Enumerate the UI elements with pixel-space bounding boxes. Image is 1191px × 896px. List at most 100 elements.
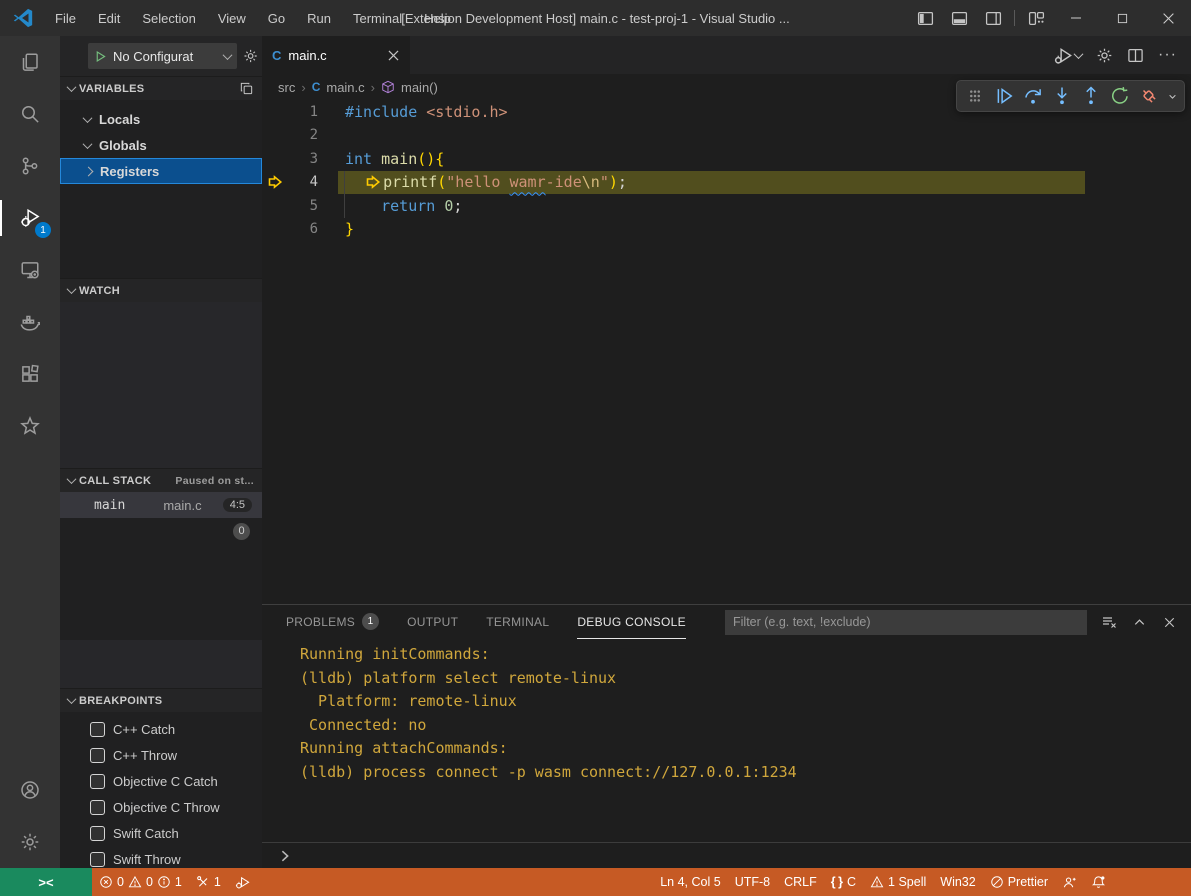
menu-go[interactable]: Go (257, 0, 296, 36)
run-or-debug-button[interactable] (1054, 46, 1082, 65)
console-line[interactable]: Platform: remote-linux (300, 690, 1191, 714)
code-line[interactable]: 6} (262, 218, 1191, 242)
variables-item-registers[interactable]: Registers (60, 158, 262, 184)
breakpoint-row[interactable]: Objective C Throw (60, 794, 262, 820)
activity-item-docker[interactable] (0, 296, 60, 348)
split-editor-icon[interactable] (1127, 47, 1144, 64)
breakpoint-checkbox[interactable] (90, 826, 105, 841)
breakpoint-checkbox[interactable] (90, 852, 105, 867)
minimize-button[interactable] (1053, 0, 1099, 36)
breakpoint-row[interactable]: Objective C Catch (60, 768, 262, 794)
chevron-down-icon[interactable] (1165, 83, 1179, 109)
activity-item-account[interactable] (0, 764, 60, 816)
code-editor[interactable]: 1#include <stdio.h>23int main(){4 printf… (262, 100, 1191, 604)
menu-help[interactable]: Help (413, 0, 462, 36)
breakpoint-row[interactable]: C++ Throw (60, 742, 262, 768)
debug-current-line-arrow-icon[interactable] (262, 174, 288, 190)
menu-view[interactable]: View (207, 0, 257, 36)
disconnect-button[interactable] (1136, 83, 1162, 109)
maximize-button[interactable] (1099, 0, 1145, 36)
debug-console-input[interactable] (262, 842, 1191, 868)
editor-tab-main-c[interactable]: C main.c (262, 36, 410, 74)
code-line[interactable]: 4 printf("hello wamr-ide\n"); (262, 171, 1191, 195)
customize-layout-icon[interactable] (1019, 0, 1053, 36)
notifications-item[interactable] (1084, 875, 1113, 890)
copy-icon[interactable] (239, 81, 254, 96)
tools-status-item[interactable]: 1 (189, 868, 228, 896)
activity-item-extensions[interactable] (0, 348, 60, 400)
breakpoint-row[interactable]: Swift Catch (60, 820, 262, 846)
console-line[interactable]: Connected: no (300, 714, 1191, 738)
menu-edit[interactable]: Edit (87, 0, 131, 36)
breakpoint-checkbox[interactable] (90, 722, 105, 737)
activity-item-settings-gear[interactable] (0, 816, 60, 868)
panel-tab-debug-console[interactable]: DEBUG CONSOLE (577, 605, 686, 639)
breakpoint-row[interactable]: C++ Catch (60, 716, 262, 742)
console-line[interactable]: (lldb) platform select remote-linux (300, 667, 1191, 691)
debug-console-output[interactable]: Running initCommands:(lldb) platform sel… (262, 639, 1191, 842)
cursor-position-item[interactable]: Ln 4, Col 5 (653, 875, 727, 889)
close-panel-icon[interactable] (1157, 610, 1181, 634)
breadcrumb-file[interactable]: main.c (326, 80, 364, 95)
activity-item-star[interactable] (0, 400, 60, 452)
maximize-panel-icon[interactable] (1127, 610, 1151, 634)
breakpoint-checkbox[interactable] (90, 748, 105, 763)
activity-item-explorer[interactable] (0, 36, 60, 88)
activity-item-search[interactable] (0, 88, 60, 140)
step-out-button[interactable] (1078, 83, 1104, 109)
panel-tab-output[interactable]: OUTPUT (407, 605, 458, 639)
menu-run[interactable]: Run (296, 0, 342, 36)
step-over-button[interactable] (1020, 83, 1046, 109)
menu-file[interactable]: File (44, 0, 87, 36)
debug-settings-gear-icon[interactable] (243, 48, 258, 64)
variables-item-locals[interactable]: Locals (60, 106, 262, 132)
continue-button[interactable] (991, 83, 1017, 109)
problems-status-item[interactable]: 0 0 1 (92, 868, 189, 896)
toggle-primary-sidebar-icon[interactable] (908, 0, 942, 36)
step-into-button[interactable] (1049, 83, 1075, 109)
call-stack-pane-header[interactable]: CALL STACK Paused on st... (60, 468, 262, 492)
debug-configuration-dropdown[interactable]: No Configurat (88, 43, 237, 69)
variables-item-globals[interactable]: Globals (60, 132, 262, 158)
breakpoint-checkbox[interactable] (90, 774, 105, 789)
breakpoint-row[interactable]: Swift Throw (60, 846, 262, 868)
clear-console-icon[interactable] (1097, 610, 1121, 634)
start-debug-icon[interactable] (94, 50, 107, 63)
toggle-secondary-sidebar-icon[interactable] (976, 0, 1010, 36)
panel-tab-terminal[interactable]: TERMINAL (486, 605, 549, 639)
breakpoints-pane-header[interactable]: BREAKPOINTS (60, 688, 262, 712)
panel-tab-problems[interactable]: PROBLEMS1 (286, 605, 379, 639)
encoding-item[interactable]: UTF-8 (728, 875, 777, 889)
formatter-item[interactable]: Prettier (983, 875, 1055, 889)
breakpoint-checkbox[interactable] (90, 800, 105, 815)
code-line[interactable]: 5 return 0; (262, 194, 1191, 218)
close-tab-icon[interactable] (387, 49, 400, 62)
eol-item[interactable]: CRLF (777, 875, 824, 889)
activity-item-source-control[interactable] (0, 140, 60, 192)
close-window-button[interactable] (1145, 0, 1191, 36)
breadcrumb-symbol[interactable]: main() (401, 80, 438, 95)
debug-status-item[interactable] (228, 868, 257, 896)
language-mode-item[interactable]: { } C (824, 875, 863, 889)
activity-item-remote-explorer[interactable] (0, 244, 60, 296)
activity-item-run-and-debug[interactable]: 1 (0, 192, 60, 244)
menu-selection[interactable]: Selection (131, 0, 206, 36)
breadcrumb-folder[interactable]: src (278, 80, 295, 95)
variables-pane-header[interactable]: VARIABLES (60, 76, 262, 100)
debug-console-filter-input[interactable] (725, 610, 1087, 635)
console-line[interactable]: (lldb) process connect -p wasm connect:/… (300, 761, 1191, 785)
thread-row[interactable]: 0 (60, 518, 262, 544)
console-line[interactable]: Running initCommands: (300, 643, 1191, 667)
feedback-item[interactable] (1055, 875, 1084, 890)
spell-checker-item[interactable]: 1 Spell (863, 875, 933, 889)
code-line[interactable]: 3int main(){ (262, 147, 1191, 171)
settings-gear-icon[interactable] (1096, 47, 1113, 64)
more-actions-icon[interactable]: ··· (1158, 46, 1177, 64)
watch-pane-header[interactable]: WATCH (60, 278, 262, 302)
remote-indicator[interactable]: >< (0, 868, 92, 896)
stack-frame-row[interactable]: main main.c 4:5 (60, 492, 262, 518)
menu-terminal[interactable]: Terminal (342, 0, 413, 36)
code-line[interactable]: 2 (262, 124, 1191, 148)
restart-button[interactable] (1107, 83, 1133, 109)
console-line[interactable]: Running attachCommands: (300, 737, 1191, 761)
